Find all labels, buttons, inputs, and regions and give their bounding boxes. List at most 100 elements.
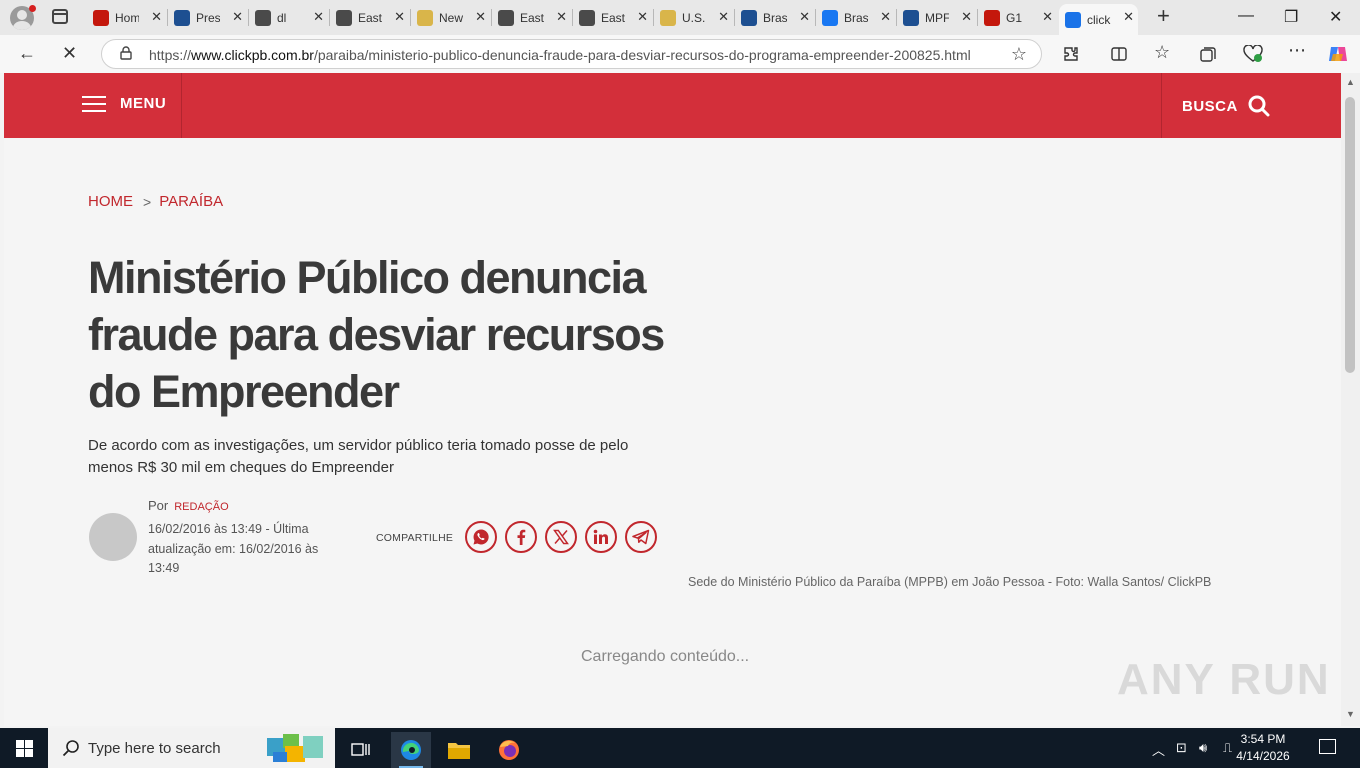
loading-icon: [1065, 11, 1081, 28]
tab-title: MPF: [925, 10, 949, 25]
file-explorer-icon[interactable]: [439, 732, 479, 768]
page-scrollbar[interactable]: ▲ ▼: [1341, 73, 1360, 726]
browser-toolbar: ← ✕ https://www.clickpb.com.br/paraiba/m…: [0, 35, 1360, 73]
x-share-button[interactable]: [545, 521, 577, 553]
hamburger-icon: [82, 95, 106, 112]
facebook-icon: [517, 529, 526, 545]
back-icon[interactable]: ←: [18, 43, 36, 64]
header-divider: [1161, 73, 1162, 138]
facebook-share-button[interactable]: [505, 521, 537, 553]
menu-button[interactable]: MENU: [82, 95, 166, 112]
close-tab-icon[interactable]: ✕: [718, 9, 729, 25]
search-button[interactable]: BUSCA: [1182, 95, 1270, 117]
tab-title: New: [439, 10, 463, 25]
chevron-right-icon: >: [143, 193, 152, 210]
close-tab-icon[interactable]: ✕: [637, 9, 648, 25]
site-header: MENU BUSCA: [4, 73, 1341, 138]
search-placeholder: Type here to search: [88, 740, 221, 757]
whatsapp-share-button[interactable]: [465, 521, 497, 553]
browser-tab[interactable]: Hom ✕: [87, 4, 166, 31]
tab-actions-icon[interactable]: [52, 9, 68, 24]
favorites-icon[interactable]: ☆: [1154, 42, 1170, 63]
linkedin-icon: [593, 529, 608, 544]
byline: Por REDAÇÃO: [148, 498, 229, 513]
close-tab-icon[interactable]: ✕: [556, 9, 567, 25]
browser-tab[interactable]: East ✕: [492, 4, 571, 31]
anyrun-watermark: ANY RUN: [1117, 655, 1331, 704]
split-screen-icon[interactable]: [1110, 45, 1128, 63]
close-tab-icon[interactable]: ✕: [961, 9, 972, 25]
breadcrumb-home-link[interactable]: HOME: [88, 193, 133, 210]
stop-loading-icon[interactable]: ✕: [62, 43, 77, 64]
close-tab-icon[interactable]: ✕: [232, 9, 243, 25]
notification-center-icon[interactable]: [1319, 739, 1336, 754]
copilot-icon[interactable]: [1327, 44, 1349, 64]
firefox-icon[interactable]: [489, 732, 529, 768]
close-tab-icon[interactable]: ✕: [394, 9, 405, 25]
close-tab-icon[interactable]: ✕: [151, 9, 162, 25]
photo-caption: Sede do Ministério Público da Paraíba (M…: [688, 575, 1212, 589]
loading-text: Carregando conteúdo...: [581, 648, 750, 665]
meet-now-icon[interactable]: ⊡: [1176, 740, 1187, 756]
close-window-button[interactable]: ✕: [1329, 7, 1342, 27]
lock-icon[interactable]: [120, 46, 132, 60]
page-viewport: MENU BUSCA HOME > PARAÍBA Ministério Púb…: [4, 73, 1341, 726]
article-subtitle: De acordo com as investigações, um servi…: [88, 437, 629, 476]
task-view-icon[interactable]: [341, 732, 381, 768]
x-icon: [553, 529, 569, 545]
author-link[interactable]: REDAÇÃO: [174, 501, 228, 513]
scroll-down-arrow-icon[interactable]: ▼: [1346, 709, 1355, 719]
browser-tab[interactable]: click ✕: [1059, 4, 1138, 35]
breadcrumb-section-link[interactable]: PARAÍBA: [159, 193, 223, 210]
browser-tab[interactable]: G1 ✕: [978, 4, 1057, 31]
tab-title: Bras: [844, 10, 868, 25]
favorite-star-icon[interactable]: ☆: [1011, 44, 1027, 65]
address-bar[interactable]: https://www.clickpb.com.br/paraiba/minis…: [101, 39, 1042, 69]
volume-icon[interactable]: 🔊︎: [1199, 740, 1207, 756]
search-icon: [62, 740, 79, 757]
taskbar-search-box[interactable]: Type here to search: [48, 728, 335, 768]
browser-tab[interactable]: dl ✕: [249, 4, 328, 31]
browser-tab[interactable]: U.S. ✕: [654, 4, 733, 31]
browser-essentials-icon[interactable]: [1243, 45, 1263, 63]
browser-tab[interactable]: Pres ✕: [168, 4, 247, 31]
show-hidden-icons-chevron-icon[interactable]: ︿: [1152, 740, 1165, 759]
g1-icon: [93, 9, 109, 26]
gn-icon: [741, 9, 757, 26]
clock-time: 3:54 PM: [1240, 732, 1286, 746]
search-highlight-puzzle-icon: [267, 734, 323, 762]
telegram-share-button[interactable]: [625, 521, 657, 553]
close-tab-icon[interactable]: ✕: [475, 9, 486, 25]
url-path: /paraiba/ministerio-publico-denuncia-fra…: [313, 47, 971, 63]
close-tab-icon[interactable]: ✕: [880, 9, 891, 25]
tab-title: dl: [277, 10, 287, 25]
scroll-up-arrow-icon[interactable]: ▲: [1346, 77, 1355, 87]
browser-tab[interactable]: New ✕: [411, 4, 490, 31]
eagle-icon: [660, 9, 676, 26]
close-tab-icon[interactable]: ✕: [799, 9, 810, 25]
linkedin-share-button[interactable]: [585, 521, 617, 553]
scrollbar-thumb[interactable]: [1345, 97, 1355, 373]
minimize-button[interactable]: —: [1238, 7, 1254, 25]
browser-tab[interactable]: MPF ✕: [897, 4, 976, 31]
close-tab-icon[interactable]: ✕: [1123, 9, 1134, 25]
browser-tab[interactable]: Bras ✕: [735, 4, 814, 31]
seal-icon: [255, 9, 271, 26]
extensions-icon[interactable]: [1062, 45, 1080, 63]
close-tab-icon[interactable]: ✕: [313, 9, 324, 25]
url-text[interactable]: https://www.clickpb.com.br/paraiba/minis…: [149, 47, 971, 63]
browser-tab-strip: Hom ✕ Pres ✕ dl ✕ East ✕ New ✕ East ✕ East ✕ U.S. ✕ Bras…: [0, 0, 1360, 35]
collections-icon[interactable]: [1199, 45, 1217, 63]
edge-taskbar-icon[interactable]: [391, 732, 431, 768]
close-tab-icon[interactable]: ✕: [1042, 9, 1053, 25]
browser-tab[interactable]: Bras ✕: [816, 4, 895, 31]
browser-tab[interactable]: East ✕: [573, 4, 652, 31]
restore-button[interactable]: ❐: [1284, 7, 1298, 27]
new-tab-button[interactable]: +: [1157, 4, 1170, 28]
breadcrumb: HOME > PARAÍBA: [88, 193, 223, 210]
more-options-icon[interactable]: ⋯: [1288, 40, 1306, 61]
system-clock[interactable]: 3:54 PM 4/14/2026: [1232, 731, 1294, 765]
browser-tab[interactable]: East ✕: [330, 4, 409, 31]
network-icon[interactable]: ⎍: [1223, 740, 1232, 756]
windows-start-icon[interactable]: [16, 740, 33, 757]
